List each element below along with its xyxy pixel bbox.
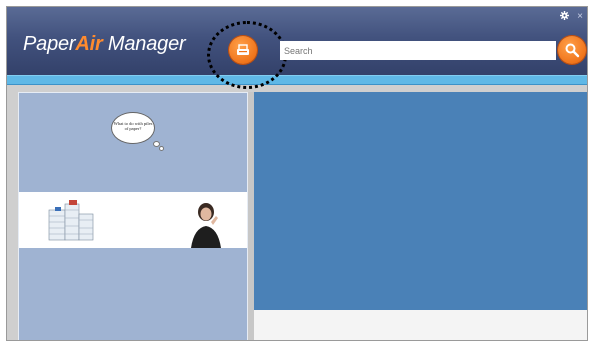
- search-icon: [565, 43, 580, 58]
- scanner-icon: [237, 44, 249, 55]
- app-logo: PaperAir Manager: [23, 33, 186, 56]
- thought-bubble: What to do with piles of paper?: [111, 112, 155, 144]
- gear-icon[interactable]: [560, 11, 569, 23]
- logo-text-air: Air: [75, 33, 103, 55]
- paper-piles-illustration: [48, 200, 221, 248]
- logo-text-manager: Manager: [102, 33, 186, 55]
- close-icon[interactable]: ×: [577, 11, 583, 22]
- toolbar-strip: [7, 75, 587, 85]
- welcome-banner: [19, 192, 247, 248]
- search-input[interactable]: [280, 41, 556, 60]
- status-area: [254, 310, 587, 340]
- bubble-dot: [159, 146, 164, 151]
- search-button[interactable]: [558, 36, 586, 64]
- preview-panel: [254, 92, 587, 310]
- banner-text: What to do with piles of paper?: [113, 121, 153, 131]
- scan-button[interactable]: [229, 36, 257, 64]
- logo-text-paper: Paper: [23, 33, 76, 55]
